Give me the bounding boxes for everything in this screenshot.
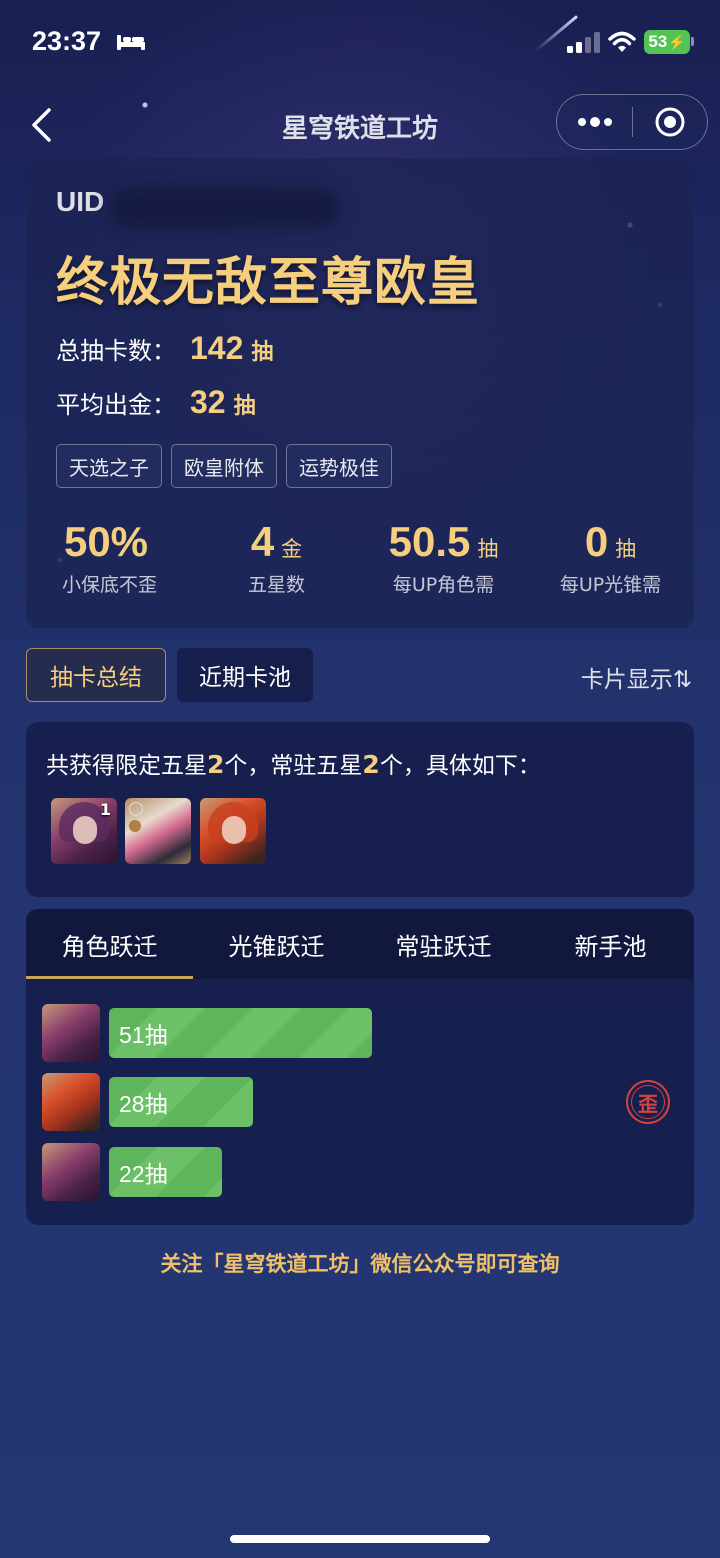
obtained-summary-text: 共获得限定五星2个，常驻五星2个，具体如下： [46, 746, 541, 780]
obtained-suffix: 个，具体如下： [379, 753, 541, 779]
lightcone-avatar[interactable] [125, 798, 191, 864]
home-indicator [230, 1535, 490, 1543]
metric-unit: 抽 [477, 537, 499, 561]
footer-note: 关注「星穹铁道工坊」微信公众号即可查询 [160, 1252, 560, 1276]
cellular-signal-icon [567, 32, 600, 53]
metric-unit: 金 [281, 537, 303, 561]
tag-chip: 天选之子 [56, 444, 162, 488]
metric-fifty-fifty: 50% 小保底不歪 [26, 518, 193, 597]
metric-five-star-count: 4金 五星数 [193, 518, 360, 597]
lost-fifty-fifty-stamp: 歪 [626, 1080, 670, 1124]
mini-program-capsule [556, 94, 708, 150]
tab-beginner-warp[interactable]: 新手池 [527, 909, 694, 979]
metric-label: 每UP角色需 [392, 574, 495, 596]
row-character-avatar [42, 1004, 100, 1062]
tag-list: 天选之子 欧皇附体 运势极佳 [56, 444, 392, 488]
battery-indicator: 53 ⚡ [644, 30, 690, 54]
avatar-face [73, 816, 97, 844]
metric-unit: 抽 [615, 537, 637, 561]
metric-value: 0 [584, 518, 609, 565]
metric-label: 每UP光锥需 [559, 574, 662, 596]
avatar-face [222, 816, 246, 844]
tab-recent-banners[interactable]: 近期卡池 [177, 648, 313, 702]
pull-count-bar: 22抽 [109, 1147, 222, 1197]
tab-pull-summary[interactable]: 抽卡总结 [26, 648, 166, 702]
avg-gold-line: 平均出金： 32 抽 [56, 384, 256, 421]
total-pulls-unit: 抽 [251, 340, 274, 365]
tab-character-warp[interactable]: 角色跃迁 [26, 909, 193, 979]
uid-redacted [110, 188, 340, 228]
target-circle-icon [655, 107, 685, 137]
row-character-avatar [42, 1143, 100, 1201]
avg-gold-unit: 抽 [233, 394, 256, 419]
sleep-focus-icon [117, 35, 145, 50]
metric-per-up-character: 50.5 抽 每UP角色需 [360, 518, 527, 597]
status-time: 23:37 [32, 26, 102, 56]
tag-chip: 欧皇附体 [171, 444, 277, 488]
metrics-row: 50% 小保底不歪 4金 五星数 50.5 抽 每UP角色需 0抽 每UP光锥需 [26, 518, 694, 597]
total-pulls-value: 142 [190, 330, 244, 366]
limited-count: 2 [207, 750, 225, 779]
path-icon [129, 802, 143, 816]
obtained-mid: 个，常驻五星 [224, 753, 363, 779]
metric-label: 五星数 [247, 574, 305, 596]
more-button[interactable] [557, 94, 632, 150]
warp-tabs: 角色跃迁 光锥跃迁 常驻跃迁 新手池 [26, 909, 694, 979]
metric-value: 50% [63, 518, 149, 565]
info-icon [129, 820, 141, 832]
battery-level: 53 [648, 32, 668, 51]
character-avatar[interactable]: 1 [51, 798, 117, 864]
obtained-prefix: 共获得限定五星 [46, 753, 207, 779]
status-bar: 23:37 53 ⚡ [0, 0, 720, 88]
eidolon-badge: 1 [99, 800, 111, 819]
metric-value: 50.5 [388, 518, 471, 565]
metric-value: 4 [250, 518, 275, 565]
close-mini-program-button[interactable] [633, 94, 707, 150]
character-avatar[interactable] [200, 798, 266, 864]
more-dots-icon [577, 117, 612, 127]
row-character-avatar [42, 1073, 100, 1131]
card-display-toggle[interactable]: 卡片显示⇅ [581, 660, 692, 694]
avg-gold-value: 32 [190, 384, 226, 420]
standard-count: 2 [362, 750, 380, 779]
total-pulls-line: 总抽卡数： 142 抽 [56, 330, 273, 367]
total-pulls-label: 总抽卡数： [56, 337, 176, 365]
avg-gold-label: 平均出金： [56, 391, 176, 419]
rank-title: 终极无敌至尊欧皇 [56, 253, 481, 313]
metric-per-up-lightcone: 0抽 每UP光锥需 [527, 518, 694, 597]
pull-count-bar: 28抽 [109, 1077, 253, 1127]
uid-label: UID [56, 186, 105, 217]
tag-chip: 运势极佳 [286, 444, 392, 488]
tab-standard-warp[interactable]: 常驻跃迁 [360, 909, 527, 979]
charging-icon: ⚡ [668, 33, 686, 50]
tab-lightcone-warp[interactable]: 光锥跃迁 [193, 909, 360, 979]
metric-label: 小保底不歪 [61, 574, 157, 596]
battery-tip [691, 37, 694, 46]
wifi-icon [608, 31, 636, 52]
pull-count-bar: 51抽 [109, 1008, 372, 1058]
